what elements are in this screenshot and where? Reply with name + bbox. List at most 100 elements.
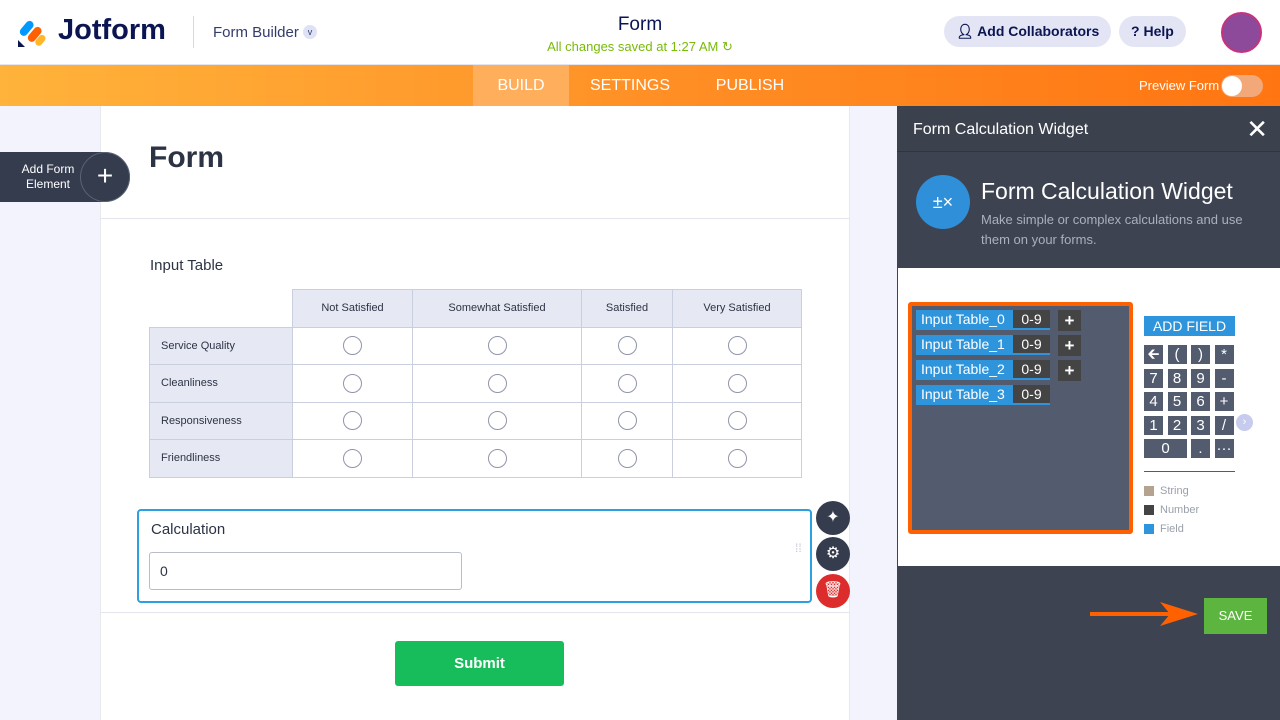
keypad-key[interactable]: 🡰 (1144, 345, 1163, 364)
delete-field-button[interactable]: 🗑︎ (816, 574, 850, 608)
field-token[interactable]: Input Table_0 0-9 (916, 310, 1050, 330)
legend-number: Number (1144, 504, 1199, 516)
radio-button[interactable] (727, 411, 747, 431)
table-row: Responsiveness (149, 401, 802, 440)
tab-settings[interactable]: SETTINGS (569, 65, 691, 106)
keypad-key[interactable]: 4 (1144, 392, 1163, 411)
radio-button[interactable] (487, 336, 507, 356)
close-icon[interactable]: ✕ (1246, 114, 1268, 145)
radio-button[interactable] (487, 448, 507, 468)
radio-button[interactable] (487, 373, 507, 393)
row-label: Cleanliness (149, 364, 293, 403)
keypad-key[interactable]: 6 (1191, 392, 1210, 411)
calculation-input[interactable]: 0 (149, 552, 462, 590)
tab-build[interactable]: BUILD (473, 65, 569, 106)
add-collaborators-button[interactable]: 👤︎ Add Collaborators (944, 16, 1112, 47)
logo[interactable]: Jotform (58, 14, 166, 47)
add-form-element-button[interactable]: Add Form Element + (0, 152, 130, 202)
field-token[interactable]: Input Table_1 0-9 (916, 335, 1050, 355)
keypad-key[interactable]: 1 (1144, 415, 1163, 435)
keypad-key[interactable]: 9 (1191, 368, 1210, 388)
keypad-key[interactable]: 8 (1167, 368, 1187, 388)
legend-swatch (1144, 524, 1154, 535)
keypad-key[interactable]: 5 (1167, 392, 1187, 411)
radio-button[interactable] (727, 373, 747, 393)
column-header: Not Satisfied (292, 289, 413, 328)
column-header: Satisfied (581, 289, 673, 328)
magic-wand-button[interactable]: ✦ (816, 501, 850, 535)
gear-icon: ⚙ (825, 545, 841, 562)
radio-button[interactable] (343, 411, 362, 431)
table-row: Friendliness (149, 439, 802, 478)
save-button[interactable]: SAVE (1204, 598, 1267, 634)
keypad-key[interactable]: + (1214, 392, 1234, 411)
radio-button[interactable] (617, 448, 637, 468)
field-token[interactable]: Input Table_3 0-9 (916, 385, 1050, 405)
divider (1144, 471, 1235, 472)
column-header: Very Satisfied (672, 289, 802, 328)
divider (100, 612, 850, 613)
keypad-key[interactable]: ) (1191, 345, 1210, 364)
keypad-key[interactable]: 3 (1191, 415, 1210, 435)
radio-button[interactable] (727, 448, 747, 468)
jotform-logo-icon (18, 20, 46, 47)
wand-icon: ✦ (826, 509, 840, 526)
submit-button[interactable]: Submit (395, 641, 564, 686)
avatar[interactable] (1221, 12, 1262, 53)
field-settings-button[interactable]: ⚙ (816, 537, 850, 571)
legend-string: String (1144, 485, 1189, 497)
keypad-key[interactable]: 2 (1167, 415, 1187, 435)
column-header: Somewhat Satisfied (412, 289, 582, 328)
calculation-editor: Input Table_0 0-9 Input Table_1 0-9 Input … (898, 268, 1280, 566)
plus-operator-button[interactable]: + (1058, 310, 1081, 331)
add-field-button[interactable]: ADD FIELD (1144, 316, 1235, 336)
radio-button[interactable] (617, 336, 637, 356)
help-button[interactable]: ? Help (1119, 16, 1186, 47)
help-icon: ? (1131, 23, 1140, 39)
keypad-key[interactable]: 0 (1144, 439, 1187, 458)
radio-button[interactable] (487, 411, 507, 431)
preview-form-toggle[interactable] (1221, 75, 1263, 97)
drag-handle-icon[interactable]: ⁞⁞ (795, 542, 802, 554)
tab-publish[interactable]: PUBLISH (691, 65, 809, 106)
radio-button[interactable] (617, 411, 637, 431)
keypad-key[interactable]: . (1191, 439, 1210, 458)
radio-button[interactable] (343, 336, 362, 356)
divider (193, 16, 194, 48)
refresh-icon[interactable]: ↻ (722, 39, 733, 54)
formula-box[interactable]: Input Table_0 0-9 Input Table_1 0-9 Input … (908, 302, 1133, 534)
calculation-label: Calculation (151, 521, 226, 538)
keypad-key[interactable]: / (1214, 415, 1234, 435)
row-label: Responsiveness (149, 401, 293, 440)
chevron-right-icon[interactable]: › (1236, 414, 1253, 431)
plus-operator-button[interactable]: + (1058, 360, 1081, 381)
save-status: All changes saved at 1:27 AM ↻ (547, 39, 733, 54)
legend-swatch (1144, 505, 1154, 516)
radio-button[interactable] (617, 373, 637, 393)
form-heading[interactable]: Form (149, 141, 224, 175)
widget-description: Make simple or complex calculations and … (981, 212, 1243, 247)
table-row: Cleanliness (149, 364, 802, 403)
radio-button[interactable] (727, 336, 747, 356)
keypad-key[interactable]: ··· (1214, 439, 1234, 458)
form-title[interactable]: Form (540, 14, 740, 36)
trash-icon: 🗑︎ (822, 582, 844, 599)
keypad-key[interactable]: * (1214, 345, 1234, 364)
keypad-key[interactable]: - (1214, 368, 1234, 388)
keypad-key[interactable]: ( (1167, 345, 1187, 364)
plus-operator-button[interactable]: + (1058, 335, 1081, 356)
row-label: Friendliness (149, 439, 293, 478)
calculator-icon: ±× (916, 175, 970, 229)
table-row: Service Quality (149, 326, 802, 365)
row-label: Service Quality (149, 326, 293, 365)
divider (100, 218, 850, 219)
chevron-down-icon[interactable]: v (303, 25, 317, 39)
keypad-key[interactable]: 7 (1144, 368, 1163, 388)
field-token[interactable]: Input Table_2 0-9 (916, 360, 1050, 380)
input-table: Not Satisfied Somewhat Satisfied Satisfi… (149, 289, 802, 478)
radio-button[interactable] (343, 448, 362, 468)
form-builder-menu[interactable]: Form Builder (213, 24, 299, 41)
input-table-label: Input Table (150, 257, 224, 274)
arrow-annotation-icon (1090, 602, 1198, 626)
radio-button[interactable] (343, 373, 362, 393)
